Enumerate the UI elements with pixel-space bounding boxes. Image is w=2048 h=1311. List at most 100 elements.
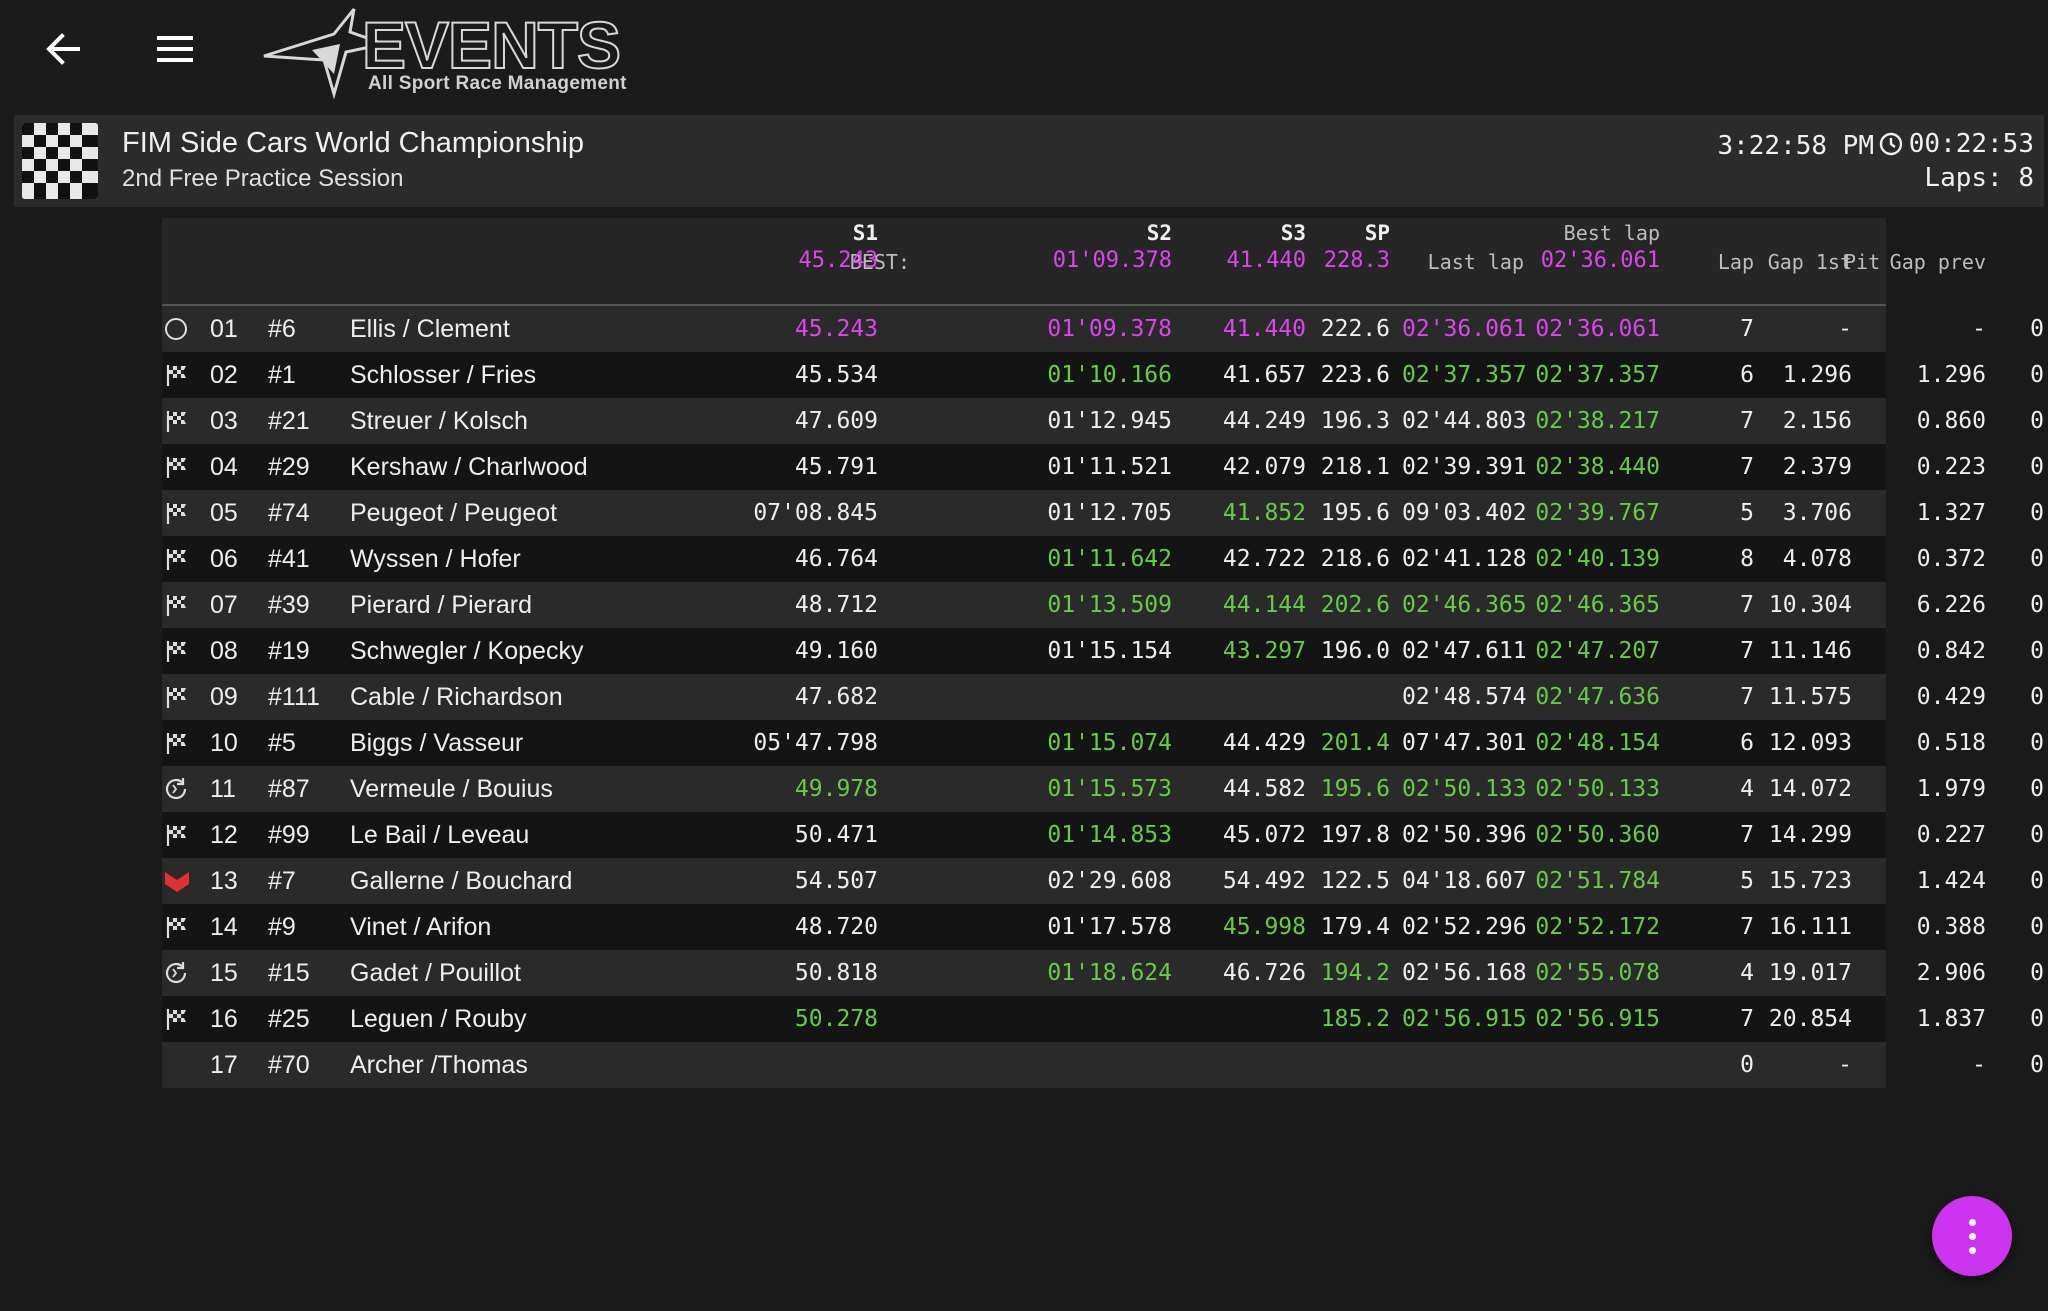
cell-sp: 222.6 [1320, 316, 1390, 342]
cell-s3: 45.072 [1222, 822, 1306, 848]
cell-last: 09'03.402 [1402, 500, 1527, 526]
cell-gapp: 1.837 [1916, 1006, 1986, 1032]
table-row[interactable]: 10 #5 Biggs / Vasseur 05'47.798 01'15.074 44.… [162, 720, 2044, 766]
cell-pit: 0 [2030, 316, 2044, 342]
cell-last: 02'52.296 [1402, 914, 1527, 940]
checkered-flag-icon [164, 363, 190, 387]
table-row[interactable]: 14 #9 Vinet / Arifon 48.720 01'17.578 45.998 1… [162, 904, 2044, 950]
cell-best: 02'39.767 [1535, 500, 1660, 526]
cell-pos: 10 [210, 729, 238, 757]
more-vert-icon [1969, 1247, 1976, 1254]
cell-num: #15 [268, 959, 310, 987]
cell-sp: 197.8 [1320, 822, 1390, 848]
cell-last: 02'39.391 [1402, 454, 1527, 480]
cell-sp: 179.4 [1320, 914, 1390, 940]
cell-s1: 49.978 [794, 776, 878, 802]
cell-best: 02'47.636 [1535, 684, 1660, 710]
table-row[interactable]: 03 #21 Streuer / Kolsch 47.609 01'12.945 44.2… [162, 398, 2044, 444]
cell-s2: 01'12.945 [1047, 408, 1172, 434]
cell-num: #70 [268, 1051, 310, 1079]
table-row[interactable]: 15 #15 Gadet / Pouillot 50.818 01'18.624 46.7… [162, 950, 2044, 996]
cell-gapp: 0.223 [1916, 454, 1986, 480]
cell-gapp: 0.372 [1916, 546, 1986, 572]
hamburger-menu-icon[interactable] [152, 26, 198, 72]
cell-num: #25 [268, 1005, 310, 1033]
cell-gap1: 20.854 [1768, 1006, 1852, 1032]
cell-name: Pierard / Pierard [350, 591, 533, 619]
cell-s3: 44.429 [1222, 730, 1306, 756]
cell-s2: 01'12.705 [1047, 500, 1172, 526]
cell-s2: 01'17.578 [1047, 914, 1172, 940]
cell-last: 02'50.133 [1402, 776, 1527, 802]
cell-best: 02'50.133 [1535, 776, 1660, 802]
cell-gapp: 6.226 [1916, 592, 1986, 618]
table-row[interactable]: 09 #111 Cable / Richardson 47.682 02'48.574 0… [162, 674, 2044, 720]
table-row[interactable]: 16 #25 Leguen / Rouby 50.278 185.2 02'56.915 0… [162, 996, 2044, 1042]
circle-icon [164, 317, 190, 341]
cell-num: #19 [268, 637, 310, 665]
cell-s2: 01'09.378 [1047, 316, 1172, 342]
cell-s3: 54.492 [1222, 868, 1306, 894]
table-row[interactable]: 05 #74 Peugeot / Peugeot 07'08.845 01'12.705… [162, 490, 2044, 536]
more-options-button[interactable] [1932, 1196, 2012, 1276]
cell-s1: 49.160 [794, 638, 878, 664]
cell-pos: 15 [210, 959, 238, 987]
cell-gap1: 1.296 [1782, 362, 1852, 388]
table-row[interactable]: 17 #70 Archer /Thomas 0- -0 [162, 1042, 2044, 1088]
cell-name: Schlosser / Fries [350, 361, 537, 389]
cell-s3: 44.249 [1222, 408, 1306, 434]
back-arrow-icon[interactable] [40, 26, 86, 72]
cell-best: 02'40.139 [1535, 546, 1660, 572]
cell-num: #74 [268, 499, 310, 527]
table-row[interactable]: 11 #87 Vermeule / Bouius 49.978 01'15.573 44.… [162, 766, 2044, 812]
table-row[interactable]: 08 #19 Schwegler / Kopecky 49.160 01'15.154 4… [162, 628, 2044, 674]
table-row[interactable]: 13 #7 Gallerne / Bouchard 54.507 02'29.608 54… [162, 858, 2044, 904]
cell-last: 02'56.915 [1402, 1006, 1527, 1032]
table-row[interactable]: 01 #6 Ellis / Clement 45.243 01'09.378 41.440… [162, 306, 2044, 352]
checkered-flag-icon [164, 547, 190, 571]
cell-pit: 0 [2030, 546, 2044, 572]
cell-best: 02'56.915 [1535, 1006, 1660, 1032]
cell-gapp: 0.518 [1916, 730, 1986, 756]
table-row[interactable]: 02 #1 Schlosser / Fries 45.534 01'10.166 41.6… [162, 352, 2044, 398]
logo-tagline: All Sport Race Management [368, 73, 627, 94]
cell-pos: 04 [210, 453, 238, 481]
cell-gap1: 19.017 [1768, 960, 1852, 986]
cell-sp: 185.2 [1320, 1006, 1390, 1032]
cell-num: #29 [268, 453, 310, 481]
elapsed-timer: 00:22:53 [1908, 129, 2034, 159]
cell-name: Ellis / Clement [350, 315, 510, 343]
cell-s3: 41.852 [1222, 500, 1306, 526]
table-row[interactable]: 12 #99 Le Bail / Leveau 50.471 01'14.853 45.0… [162, 812, 2044, 858]
checkered-flag-icon [164, 1007, 190, 1031]
cell-pos: 13 [210, 867, 238, 895]
table-row[interactable]: 07 #39 Pierard / Pierard 48.712 01'13.509 44.… [162, 582, 2044, 628]
cell-s3: 42.722 [1222, 546, 1306, 572]
cell-name: Vermeule / Bouius [350, 775, 553, 803]
cell-best: 02'46.365 [1535, 592, 1660, 618]
cell-name: Cable / Richardson [350, 683, 563, 711]
cell-gapp: 1.424 [1916, 868, 1986, 894]
cell-s2: 01'11.521 [1047, 454, 1172, 480]
cell-name: Kershaw / Charlwood [350, 453, 588, 481]
cell-best: 02'52.172 [1535, 914, 1660, 940]
status-blank [164, 1053, 190, 1077]
cell-name: Wyssen / Hofer [350, 545, 521, 573]
cell-pit: 0 [2030, 822, 2044, 848]
cell-num: #21 [268, 407, 310, 435]
best-lap-value: 02'36.061 [1540, 248, 1660, 273]
checkered-flag-icon [164, 731, 190, 755]
cell-pit: 0 [2030, 362, 2044, 388]
cell-best: 02'38.217 [1535, 408, 1660, 434]
table-row[interactable]: 04 #29 Kershaw / Charlwood 45.791 01'11.521 4… [162, 444, 2044, 490]
cell-last: 02'47.611 [1402, 638, 1527, 664]
more-vert-icon [1969, 1233, 1976, 1240]
cell-gap1: 14.299 [1768, 822, 1852, 848]
cell-gap1: - [1838, 316, 1852, 342]
cell-best: 02'48.154 [1535, 730, 1660, 756]
cell-s3: 43.297 [1222, 638, 1306, 664]
cell-s1: 54.507 [794, 868, 878, 894]
table-row[interactable]: 06 #41 Wyssen / Hofer 46.764 01'11.642 42.722… [162, 536, 2044, 582]
cell-s2 [1022, 674, 1172, 720]
cell-last: 02'48.574 [1402, 684, 1527, 710]
